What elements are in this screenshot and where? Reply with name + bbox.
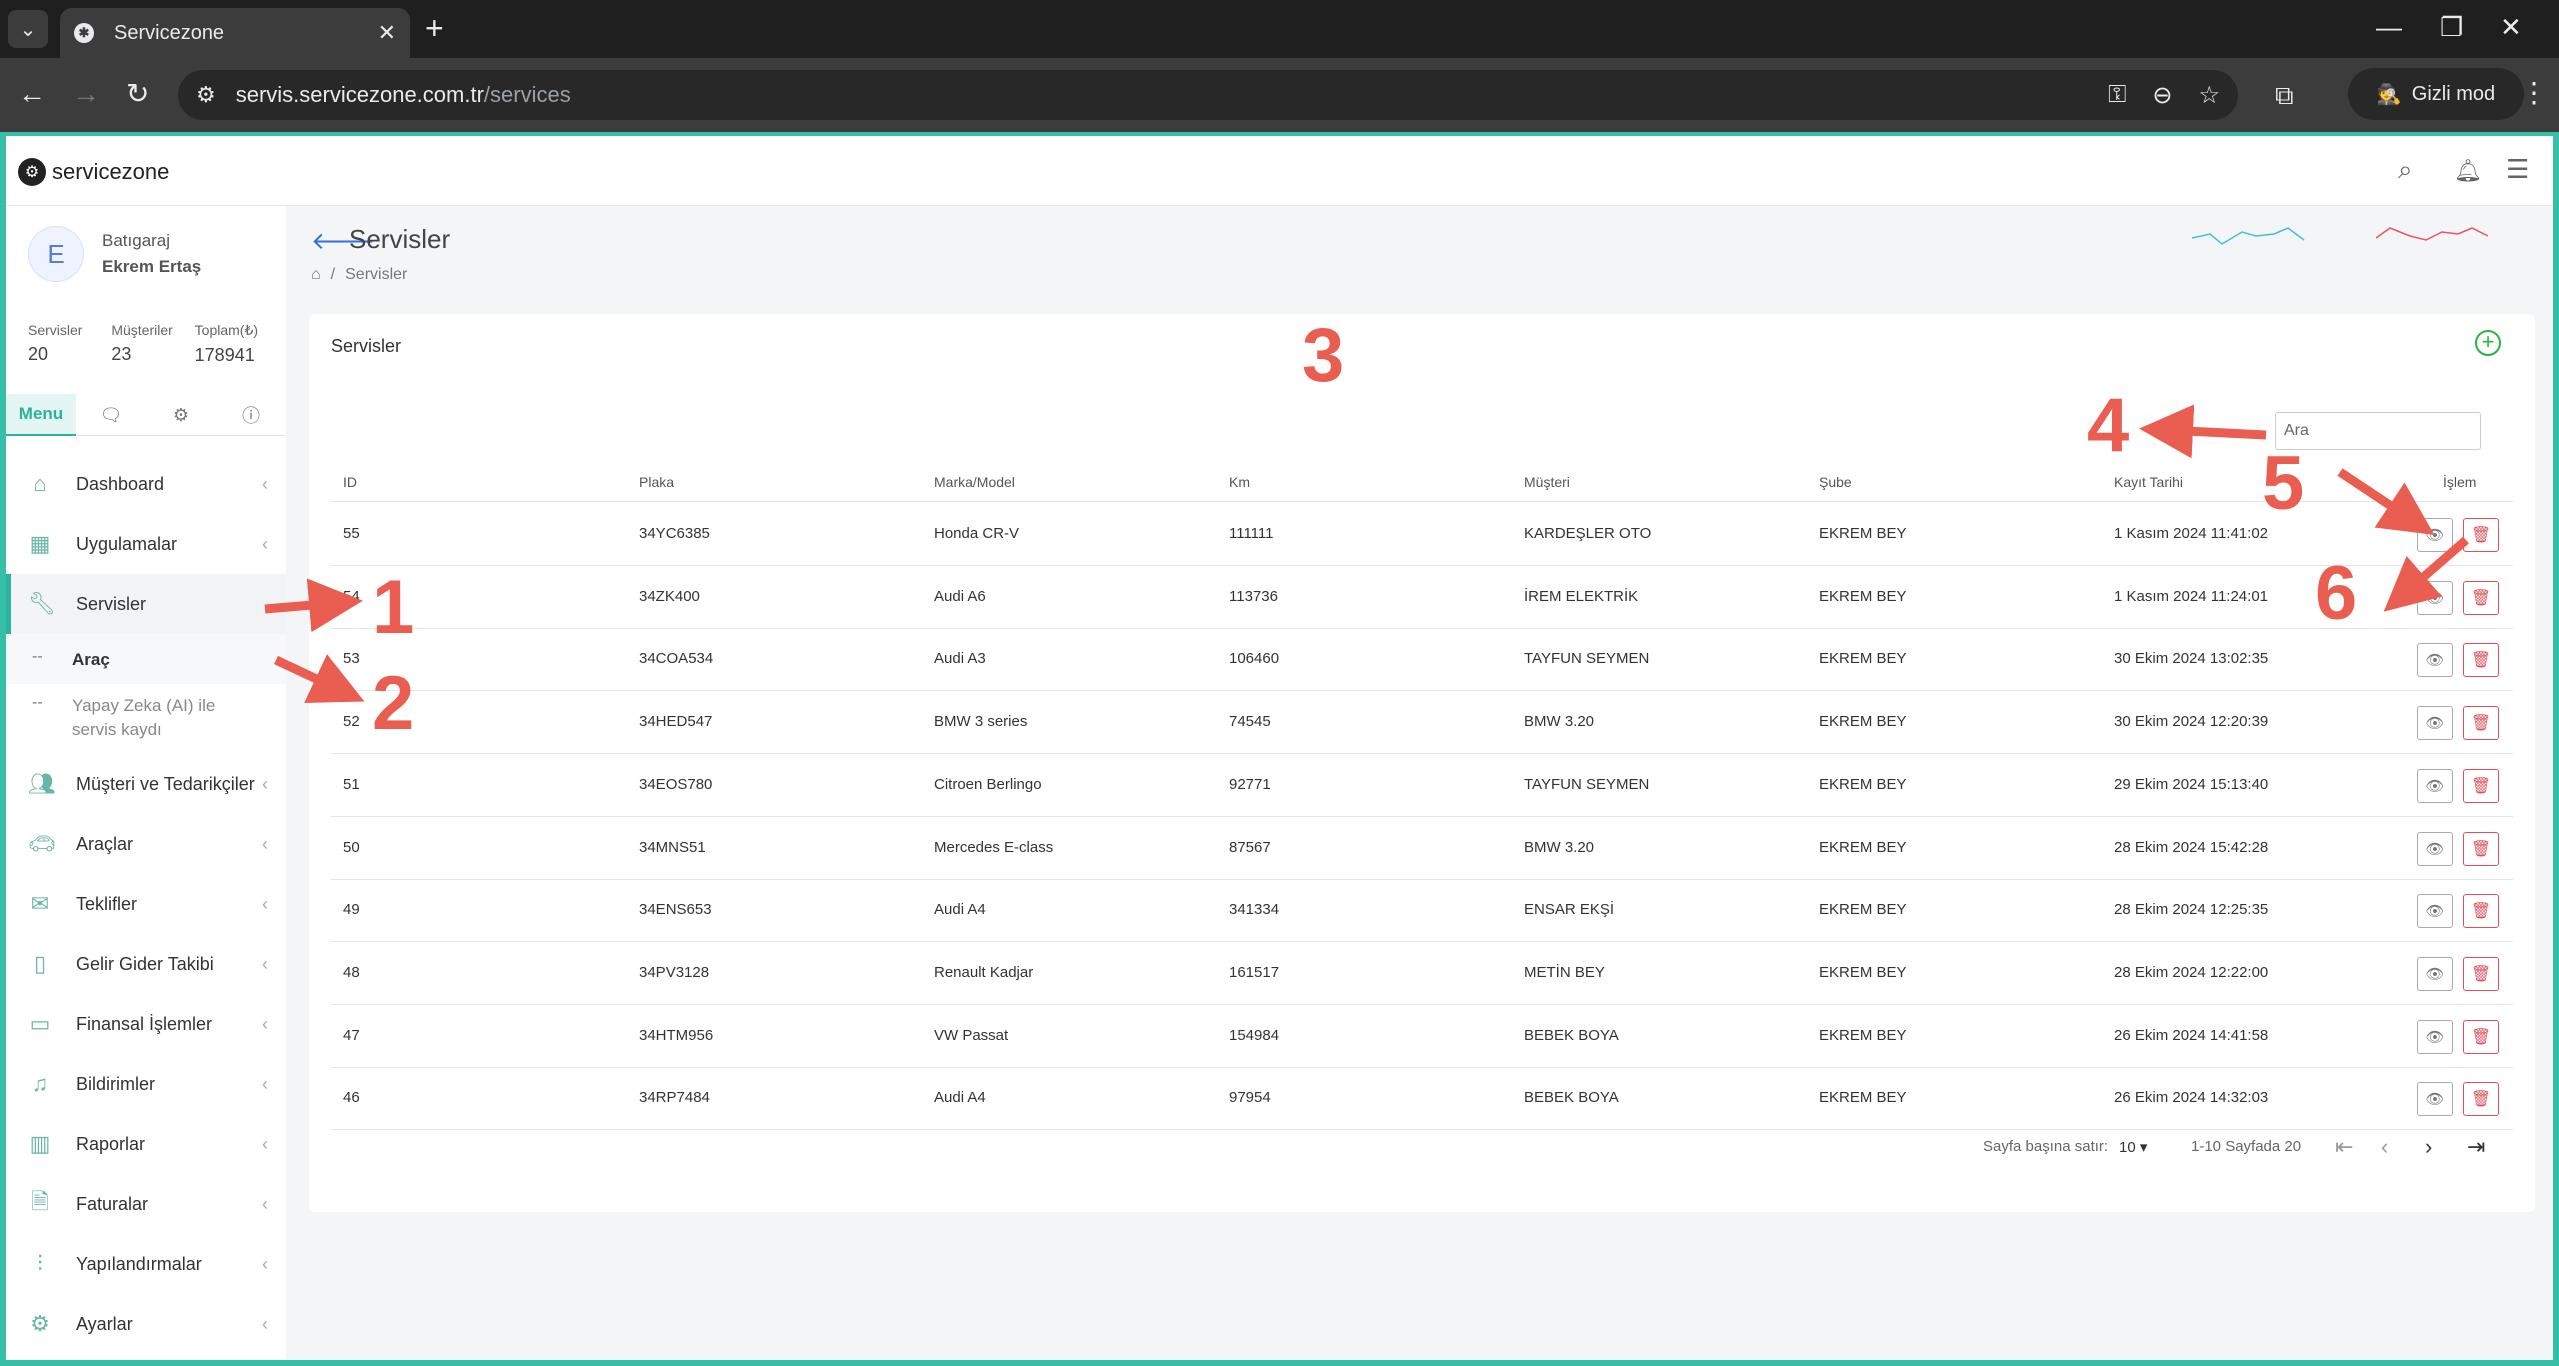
annotation-label-3: 3 [1302, 313, 1345, 398]
arrow-6 [2383, 536, 2469, 612]
arrow-5 [2337, 468, 2435, 535]
annotation-label-2: 2 [372, 661, 415, 746]
annotation-label-1: 1 [372, 565, 415, 650]
annotation-label-4: 4 [2087, 383, 2130, 468]
arrow-2 [274, 654, 365, 703]
annotation-label-6: 6 [2315, 551, 2358, 636]
arrow-4 [2139, 404, 2267, 459]
annotation-label-5: 5 [2262, 441, 2305, 526]
arrow-1 [264, 578, 363, 633]
